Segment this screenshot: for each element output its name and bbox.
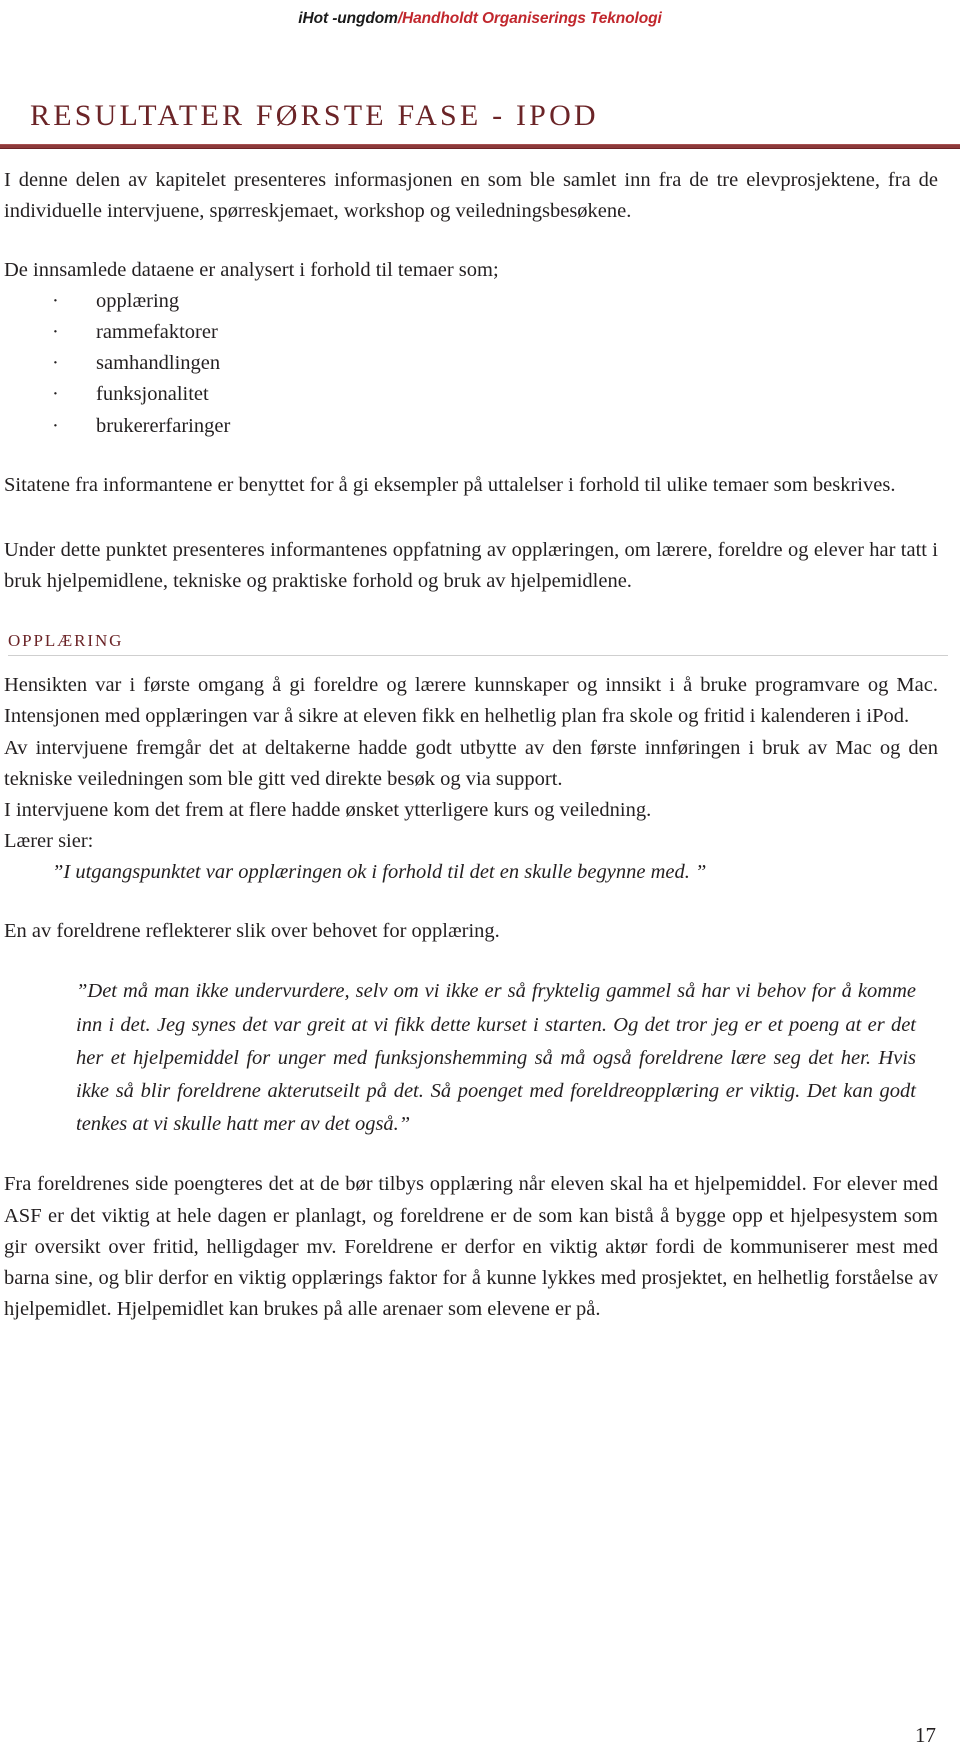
list-item-label: samhandlingen xyxy=(96,352,221,375)
chapter-title-block: RESULTATER FØRSTE FASE - IPOD xyxy=(0,100,960,149)
list-item: · samhandlingen xyxy=(52,348,938,379)
page-number: 17 xyxy=(915,1723,936,1747)
themes-list: · opplæring · rammefaktorer · samhandlingen… xyxy=(4,286,938,442)
teacher-quote: ”I utgangspunktet var opplæringen ok i f… xyxy=(52,861,707,884)
bullet-dot-icon: · xyxy=(52,352,59,375)
bullet-dot-icon: · xyxy=(52,414,59,437)
parent-quote: ”Det må man ikke undervurdere, selv om v… xyxy=(76,980,916,1136)
quotes-note-paragraph: Sitatene fra informantene er benyttet fo… xyxy=(4,473,896,496)
running-header: iHot -ungdom/Handholdt Organiserings Tek… xyxy=(0,0,960,28)
list-item: · rammefaktorer xyxy=(52,317,938,348)
list-item-label: opplæring xyxy=(96,289,180,312)
themes-lead-paragraph: De innsamlede dataene er analysert i for… xyxy=(4,258,499,281)
under-point-paragraph: Under dette punktet presenteres informan… xyxy=(4,538,938,593)
section-heading-opplaering: OPPLÆRING xyxy=(8,631,124,651)
section-paragraph-3: I intervjuene kom det frem at flere hadd… xyxy=(4,798,652,821)
list-item: · opplæring xyxy=(52,286,938,317)
section-paragraph-4: Fra foreldrenes side poengteres det at d… xyxy=(4,1173,938,1321)
teacher-lead: Lærer sier: xyxy=(4,830,94,852)
list-item: · brukererfaringer xyxy=(52,411,938,442)
header-brand-primary: iHot -ungdom xyxy=(298,10,398,27)
list-item-label: funksjonalitet xyxy=(96,383,209,406)
bullet-dot-icon: · xyxy=(52,321,59,344)
header-brand-secondary: /Handholdt Organiserings Teknologi xyxy=(397,10,662,27)
section-paragraph-2: Av intervjuene fremgår det at deltakerne… xyxy=(4,736,938,790)
bullet-dot-icon: · xyxy=(52,289,59,312)
parent-lead: En av foreldrene reflekterer slik over b… xyxy=(4,920,500,943)
section-paragraph-1: Hensikten var i første omgang å gi forel… xyxy=(4,674,938,728)
list-item-label: brukererfaringer xyxy=(96,414,231,437)
document-body: I denne delen av kapitelet presenteres i… xyxy=(0,149,960,1326)
document-page: iHot -ungdom/Handholdt Organiserings Tek… xyxy=(0,0,960,1762)
page-title: RESULTATER FØRSTE FASE - IPOD xyxy=(30,99,599,132)
list-item: · funksjonalitet xyxy=(52,379,938,410)
intro-paragraph: I denne delen av kapitelet presenteres i… xyxy=(4,168,938,222)
list-item-label: rammefaktorer xyxy=(96,321,218,344)
bullet-dot-icon: · xyxy=(52,383,59,406)
